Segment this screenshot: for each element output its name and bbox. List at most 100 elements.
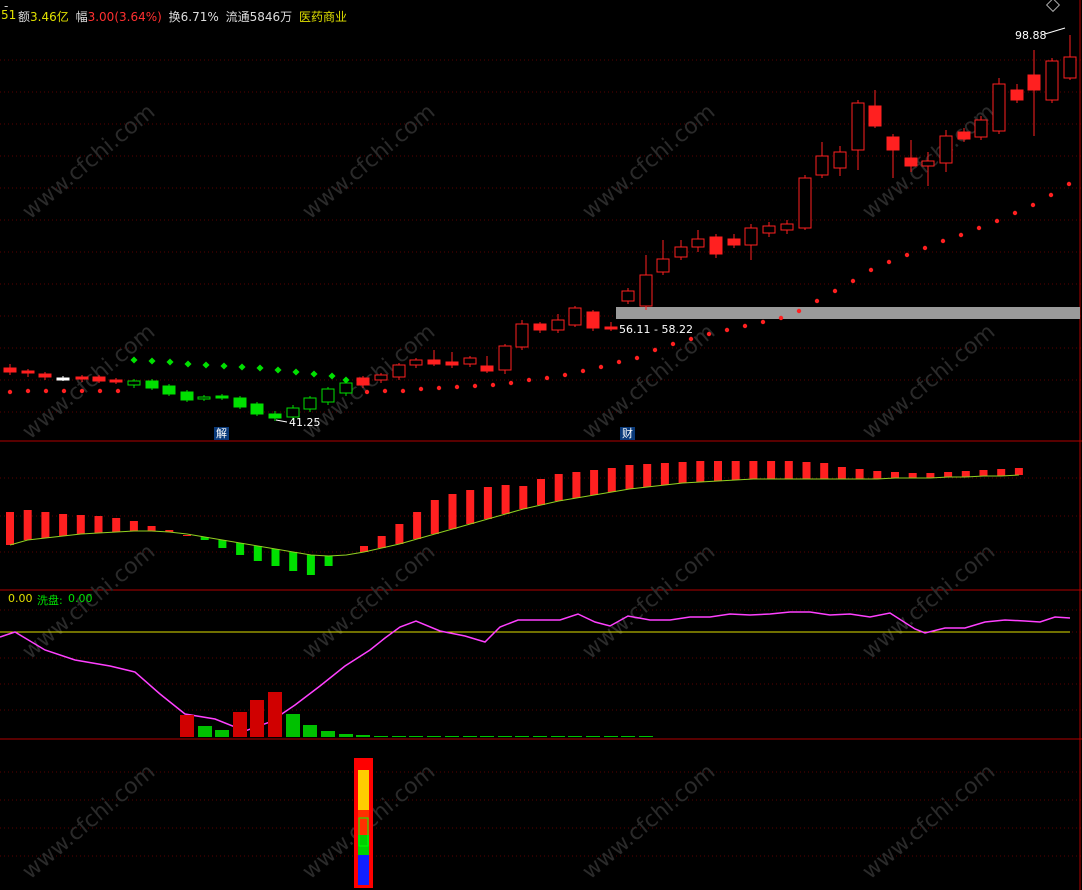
volume-bar: [604, 736, 618, 737]
macd-bar: [749, 461, 758, 479]
support-dot: [400, 388, 406, 394]
watermark-text: www.cfchi.com: [578, 99, 720, 224]
volume-bar: [321, 731, 335, 737]
macd-bar: [129, 521, 138, 531]
candle-body: [1027, 74, 1041, 91]
macd-bar: [944, 472, 953, 477]
signal-segment-yellow: [358, 770, 369, 810]
candle-body: [780, 223, 794, 231]
wash-value: 0.00: [68, 592, 93, 605]
macd-bar: [94, 516, 103, 533]
volume-bar: [198, 726, 212, 737]
volume-bar: [480, 736, 494, 737]
band-price-label: 56.11 - 58.22: [619, 323, 693, 336]
change-label: 幅: [75, 10, 88, 24]
stock-chart-canvas[interactable]: www.cfchi.com www.cfchi.com www.cfchi.com w…: [0, 0, 1082, 890]
candle-body: [868, 105, 882, 127]
resistance-dot: [184, 360, 192, 368]
macd-bar: [908, 473, 917, 478]
price-band: [616, 307, 1080, 319]
support-dot: [616, 359, 622, 365]
support-dot: [742, 323, 748, 329]
macd-bar: [660, 463, 669, 485]
volume-bar: [409, 736, 423, 737]
macd-bar: [76, 515, 85, 534]
resistance-dot: [238, 363, 246, 371]
volume-bar: [356, 735, 370, 737]
macd-bar: [183, 535, 191, 536]
support-dot: [490, 382, 496, 388]
watermark-text: www.cfchi.com: [578, 759, 720, 884]
macd-bar: [6, 512, 14, 545]
support-dot: [922, 245, 928, 251]
macd-bar: [147, 526, 156, 531]
macd-bar: [501, 485, 510, 514]
watermark-text: www.cfchi.com: [578, 539, 720, 664]
support-dot: [580, 368, 586, 374]
macd-bar: [767, 461, 776, 479]
macd-bar: [519, 486, 528, 509]
resistance-dot: [328, 372, 336, 380]
support-dot: [688, 336, 694, 342]
candle-body: [215, 395, 229, 399]
support-dot: [526, 377, 532, 383]
signal-segment-red: [358, 810, 369, 835]
tag-cai[interactable]: 财: [620, 427, 635, 440]
candle-body: [568, 307, 582, 326]
resistance-dot: [310, 370, 318, 378]
code-fragment: 51: [1, 8, 17, 22]
volume-bar: [268, 692, 282, 737]
volume-bar: [374, 736, 388, 737]
macd-bar: [236, 543, 245, 555]
candle-body: [992, 83, 1006, 132]
turnover-label: 换: [168, 10, 181, 24]
macd-bar: [696, 461, 705, 482]
candle-body: [674, 246, 688, 258]
volume-bar: [427, 736, 441, 737]
candle-body: [145, 380, 159, 389]
candle-body: [1045, 60, 1059, 101]
tag-jie[interactable]: 解: [214, 427, 229, 440]
macd-bar: [678, 462, 687, 483]
signal-segment-blue: [358, 855, 369, 885]
volume-bar: [586, 736, 600, 737]
candle-body: [709, 236, 723, 255]
volume-bar: [180, 715, 194, 737]
amount-label: 额: [18, 10, 31, 24]
support-dot: [418, 386, 424, 392]
candle-body: [268, 413, 282, 419]
candle-body: [921, 160, 935, 167]
volume-bar: [233, 712, 247, 737]
resistance-dot: [292, 368, 300, 376]
support-dot: [634, 355, 640, 361]
volume-bar: [250, 700, 264, 737]
candle-body: [162, 385, 176, 395]
support-dot: [454, 384, 460, 390]
low-arrow: [275, 419, 288, 423]
support-dot: [7, 389, 13, 395]
macd-bar: [271, 549, 280, 566]
candle-body: [886, 136, 900, 151]
volume-bar: [621, 736, 635, 737]
support-dot: [544, 375, 550, 381]
candle-body: [639, 274, 653, 307]
macd-bar: [537, 479, 545, 505]
support-dot: [940, 238, 946, 244]
macd-bar: [430, 500, 439, 534]
macd-bar: [377, 536, 386, 548]
candle-body: [197, 396, 211, 400]
support-dot: [796, 308, 802, 314]
candle-body: [92, 376, 106, 382]
support-dot: [976, 225, 982, 231]
macd-bar: [59, 514, 68, 536]
change-value: 3.00(3.64%): [87, 10, 162, 24]
turnover-value: 6.71%: [180, 10, 219, 24]
wash-label: 洗盘:: [37, 594, 63, 607]
support-dot: [670, 341, 676, 347]
indicator-left-value: 0.00: [8, 592, 33, 605]
resistance-dot: [274, 366, 282, 374]
support-dot: [958, 232, 964, 238]
watermark-text: www.cfchi.com: [578, 319, 720, 444]
watermark-text: www.cfchi.com: [18, 759, 160, 884]
support-dot: [850, 278, 856, 284]
